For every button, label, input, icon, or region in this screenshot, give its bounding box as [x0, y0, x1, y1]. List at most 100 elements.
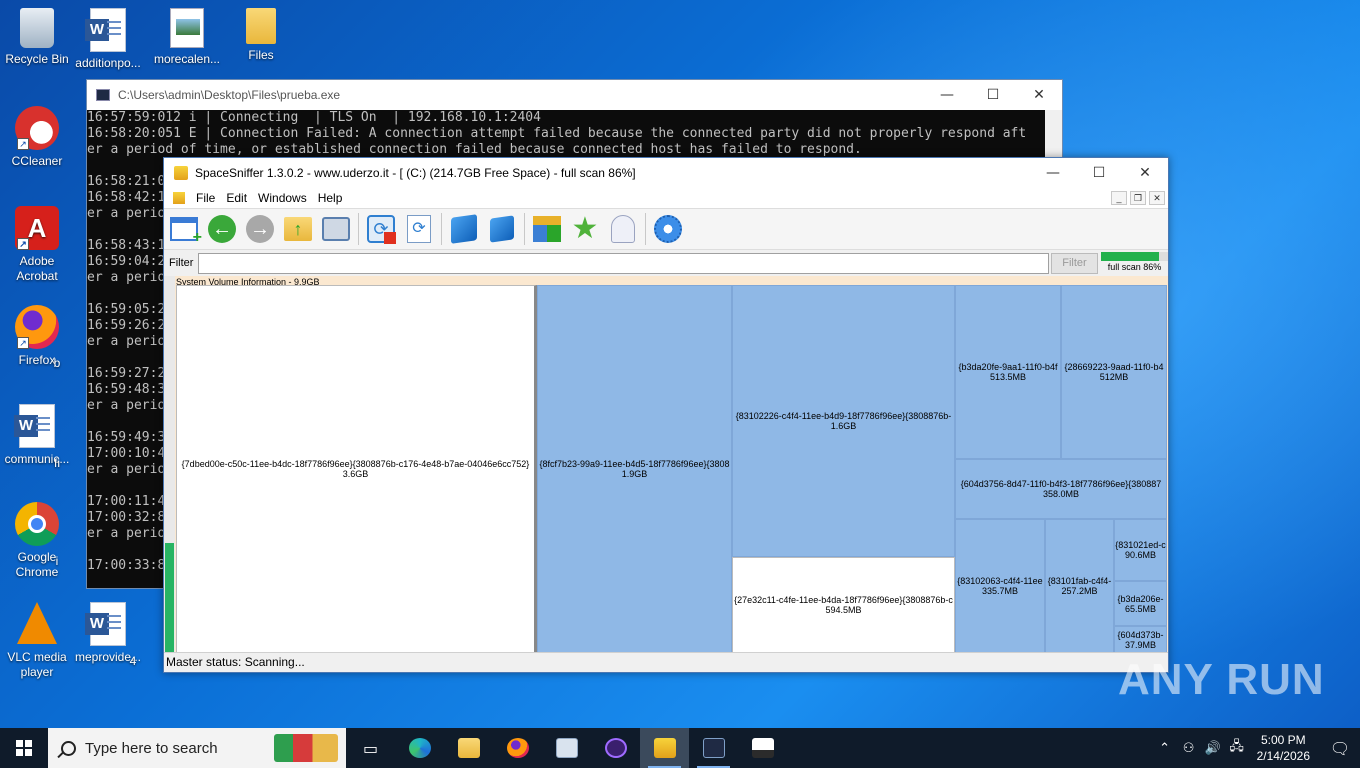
menu-file[interactable]: File [192, 191, 222, 205]
treemap-tile[interactable]: {83102063-c4f4-11ee 335.7MB [955, 519, 1045, 653]
treemap[interactable]: System Volume Information - 9.9GB {7dbed… [164, 276, 1168, 653]
desktop-icon-morecalen[interactable]: morecalen... [150, 8, 224, 67]
tray-people-icon[interactable]: ⚇ [1177, 741, 1201, 756]
partial-desktop-label: fi [54, 456, 60, 470]
taskbar-installer[interactable] [738, 728, 787, 768]
treemap-tile[interactable]: {8fcf7b23-99a9-11ee-b4d5-18f7786f96ee}{3… [537, 285, 732, 653]
filter-input[interactable] [198, 252, 1049, 274]
partial-desktop-label: 4 [129, 654, 137, 668]
taskbar-app-generic[interactable] [542, 728, 591, 768]
menu-windows[interactable]: Windows [254, 191, 314, 205]
settings-button[interactable] [651, 212, 685, 246]
home-button[interactable] [319, 212, 353, 246]
taskbar-search[interactable]: Type here to search [48, 728, 346, 768]
chrome-icon [15, 502, 59, 546]
treemap-tile[interactable]: {83102226-c4f4-11ee-b4d9-18f7786f96ee}{3… [732, 285, 955, 557]
back-button[interactable]: ← [205, 212, 239, 246]
mdi-minimize-button[interactable]: _ [1111, 191, 1127, 205]
volume-icon[interactable]: 🔊 [1201, 741, 1225, 756]
taskbar-edge[interactable] [395, 728, 444, 768]
scan-level-bar [164, 276, 175, 653]
tile-size: 90.6MB [1124, 550, 1157, 560]
taskbar-app-purple[interactable] [591, 728, 640, 768]
tile-name: {604d373b- [1117, 629, 1164, 640]
mdi-close-button[interactable]: ✕ [1149, 191, 1165, 205]
mdi-doc-icon[interactable] [173, 192, 185, 204]
start-button[interactable] [0, 728, 48, 768]
console-title: C:\Users\admin\Desktop\Files\prueba.exe [118, 88, 341, 102]
blocks-icon [533, 216, 561, 242]
ghost-button[interactable] [606, 212, 640, 246]
taskbar-clock[interactable]: 5:00 PM 2/14/2026 [1249, 732, 1320, 764]
desktop-icon-adobe-acrobat[interactable]: A ↗ Adobe Acrobat [0, 206, 74, 284]
folder-icon [246, 8, 276, 44]
treemap-tile[interactable]: {b3da20fe-9aa1-11f0-b4f 513.5MB [955, 285, 1061, 459]
task-view-button[interactable]: ▭ [346, 728, 395, 768]
console-close-button[interactable]: ✕ [1016, 80, 1062, 110]
treemap-tile[interactable]: {604d3756-8d47-11f0-b4f3-18f7786f96ee}{3… [955, 459, 1167, 519]
desktop-icon-ccleaner[interactable]: ↗ CCleaner [0, 106, 74, 169]
desktop-icon-vlc[interactable]: VLC media player [0, 602, 74, 680]
desktop-icon-files[interactable]: Files [224, 8, 298, 63]
treemap-tile[interactable]: {7dbed00e-c50c-11ee-b4dc-18f7786f96ee}{3… [176, 285, 537, 653]
taskbar-spacesniffer[interactable] [640, 728, 689, 768]
treemap-tile[interactable]: {831021ed-c 90.6MB [1114, 519, 1167, 581]
maximize-button[interactable]: ☐ [1076, 158, 1122, 188]
forward-button[interactable]: → [243, 212, 277, 246]
application-icon [555, 738, 578, 758]
console-app-icon [96, 89, 110, 101]
scan-progress-fill [1101, 252, 1159, 261]
tile-size: 594.5MB [825, 605, 862, 615]
filter-button[interactable]: Filter [1051, 252, 1098, 274]
taskbar: Type here to search ▭ ⌃ ⚇ 🔊 🖧 5:00 PM 2/… [0, 728, 1360, 768]
tile-size: 513.5MB [989, 372, 1027, 382]
minimize-button[interactable]: — [1030, 158, 1076, 188]
blocks-button[interactable] [530, 212, 564, 246]
tray-overflow-chevron-icon[interactable]: ⌃ [1153, 741, 1177, 756]
tile-name: {28669223-9aad-11f0-b4 [1064, 362, 1164, 372]
console-icon [702, 738, 725, 758]
taskbar-console[interactable] [689, 728, 738, 768]
mdi-restore-button[interactable]: ❐ [1130, 191, 1146, 205]
taskbar-file-explorer[interactable] [444, 728, 493, 768]
image-file-icon [170, 8, 204, 48]
taskbar-firefox[interactable] [493, 728, 542, 768]
refresh-button[interactable]: ⟳ [364, 212, 398, 246]
console-titlebar[interactable]: C:\Users\admin\Desktop\Files\prueba.exe … [87, 80, 1062, 110]
star-icon: ★ [571, 212, 599, 245]
network-icon[interactable]: 🖧 [1225, 737, 1249, 759]
treemap-tile[interactable]: {604d373b- 37.9MB [1114, 626, 1167, 653]
treemap-tile[interactable]: {83101fab-c4f4- 257.2MB [1045, 519, 1114, 653]
treemap-tile[interactable]: {b3da206e- 65.5MB [1114, 581, 1167, 626]
tile-name: {b3da20fe-9aa1-11f0-b4f [958, 362, 1058, 372]
firefox-icon: ↗ [15, 305, 59, 349]
status-bar: Master status: Scanning... [164, 652, 1168, 672]
close-button[interactable]: ✕ [1122, 158, 1168, 188]
treemap-tile[interactable]: {27e32c11-c4fe-11ee-b4da-18f7786f96ee}{3… [732, 557, 955, 653]
up-folder-button[interactable]: ↑ [281, 212, 315, 246]
tile-size: 65.5MB [1124, 603, 1157, 614]
menu-edit[interactable]: Edit [222, 191, 254, 205]
notification-center-icon[interactable]: 🗨 [1320, 739, 1360, 758]
desktop-icon-recycle-bin[interactable]: Recycle Bin [0, 8, 74, 67]
zoom-out-cube-icon [490, 215, 514, 243]
desktop-icon-label: morecalen... [153, 52, 221, 66]
spacesniffer-window[interactable]: SpaceSniffer 1.3.0.2 - www.uderzo.it - [… [163, 157, 1169, 673]
rescan-button[interactable]: ⟳ [402, 212, 436, 246]
zoom-out-button[interactable] [485, 212, 519, 246]
new-view-button[interactable]: + [167, 212, 202, 246]
favorites-button[interactable]: ★ [568, 212, 602, 246]
menu-help[interactable]: Help [314, 191, 350, 205]
up-folder-icon: ↑ [284, 217, 312, 241]
tile-name: {8fcf7b23-99a9-11ee-b4d5-18f7786f96ee}{3… [539, 459, 730, 469]
console-minimize-button[interactable]: — [924, 80, 970, 110]
console-maximize-button[interactable]: ☐ [970, 80, 1016, 110]
desktop-icon-additionpo[interactable]: W additionpo... [71, 8, 145, 71]
tile-size: 512MB [1099, 372, 1129, 382]
zoom-in-button[interactable] [447, 212, 481, 246]
treemap-tile[interactable]: {28669223-9aad-11f0-b4 512MB [1061, 285, 1167, 459]
desktop-icon-label: VLC media player [7, 650, 67, 679]
tile-name: {7dbed00e-c50c-11ee-b4dc-18f7786f96ee}{3… [181, 459, 530, 469]
spacesniffer-titlebar[interactable]: SpaceSniffer 1.3.0.2 - www.uderzo.it - [… [164, 158, 1168, 188]
partial-desktop-label: i [55, 554, 59, 568]
